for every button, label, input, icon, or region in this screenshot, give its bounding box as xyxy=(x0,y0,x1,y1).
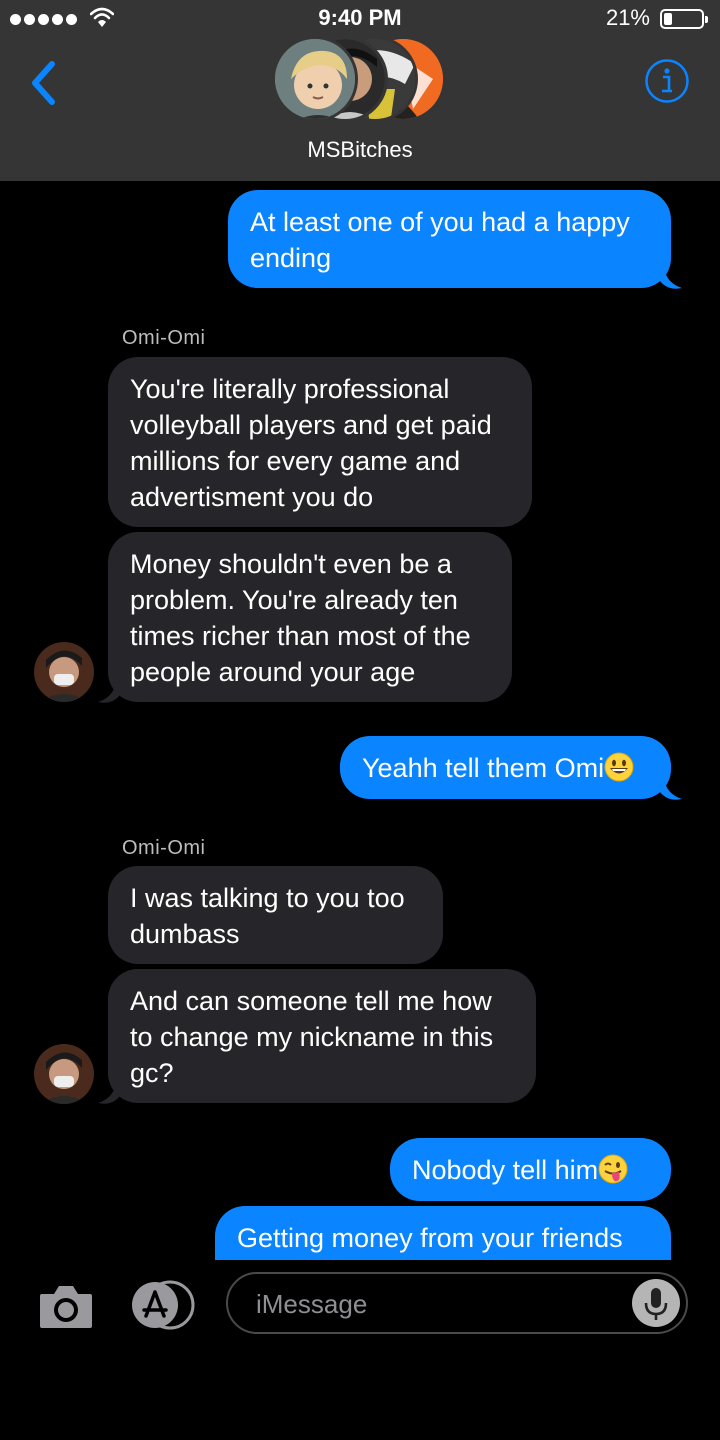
message-line: volleyball players and get paid xyxy=(130,410,492,440)
sent-message[interactable]: Getting money from your friends xyxy=(215,1206,671,1260)
sent-message[interactable]: At least one of you had a happy ending xyxy=(228,190,671,288)
message-line: problem. You're already ten xyxy=(130,585,458,615)
compose-bar xyxy=(0,1260,720,1440)
bubble-tail xyxy=(660,778,682,800)
message-text: Yeahh tell them Omi xyxy=(362,753,605,783)
received-message[interactable]: I was talking to you too dumbass xyxy=(108,866,443,964)
bubble-tail xyxy=(98,1082,120,1104)
message-line: And can someone tell me how xyxy=(130,986,492,1016)
message-line: ending xyxy=(250,243,332,273)
message-line: At least one of you had a happy xyxy=(250,207,630,237)
battery-icon xyxy=(660,9,708,29)
tongue-out-emoji xyxy=(598,1154,628,1184)
bubble-tail xyxy=(660,267,682,289)
chat-header: 9:40 PM 21% MSBitches xyxy=(0,0,720,181)
imessage-field[interactable] xyxy=(226,1272,688,1334)
sender-avatar[interactable] xyxy=(34,1044,94,1104)
received-message[interactable]: Money shouldn't even be a problem. You'r… xyxy=(108,532,512,702)
message-line: to change my nickname in this xyxy=(130,1022,494,1052)
battery-level xyxy=(664,13,672,25)
sender-avatar[interactable] xyxy=(34,642,94,702)
message-text: Nobody tell him xyxy=(412,1155,599,1185)
sent-message[interactable]: Nobody tell him xyxy=(390,1138,671,1201)
camera-icon[interactable] xyxy=(38,1282,94,1330)
message-line: advertisment you do xyxy=(130,482,374,512)
bubble-tail xyxy=(98,681,120,703)
message-line: people around your age xyxy=(130,657,416,687)
sent-message[interactable]: Yeahh tell them Omi xyxy=(340,736,671,799)
message-input[interactable] xyxy=(254,1284,618,1324)
message-line: millions for every game and xyxy=(130,446,461,476)
info-icon[interactable] xyxy=(644,58,690,104)
received-message[interactable]: You're literally professional volleyball… xyxy=(108,357,532,527)
battery-percent: 21% xyxy=(605,5,650,30)
message-line: gc? xyxy=(130,1058,174,1088)
message-line: dumbass xyxy=(130,919,240,949)
message-line: times richer than most of the xyxy=(130,621,471,651)
grinning-face-emoji xyxy=(604,752,634,782)
message-line: I was talking to you too xyxy=(130,883,405,913)
dictation-button[interactable] xyxy=(632,1279,680,1327)
group-avatars[interactable] xyxy=(270,34,450,126)
chevron-left-icon[interactable] xyxy=(26,58,62,108)
message-line: Getting money from your friends xyxy=(237,1223,623,1253)
message-line: You're literally professional xyxy=(130,374,450,404)
microphone-icon xyxy=(644,1288,668,1320)
app-store-icon[interactable] xyxy=(130,1280,196,1330)
message-line: Money shouldn't even be a xyxy=(130,549,452,579)
received-message[interactable]: And can someone tell me how to change my… xyxy=(108,969,536,1103)
sender-name: Omi-Omi xyxy=(122,327,206,349)
group-name: MSBitches xyxy=(307,137,413,162)
group-member-avatar xyxy=(272,36,358,122)
sender-name: Omi-Omi xyxy=(122,837,206,859)
